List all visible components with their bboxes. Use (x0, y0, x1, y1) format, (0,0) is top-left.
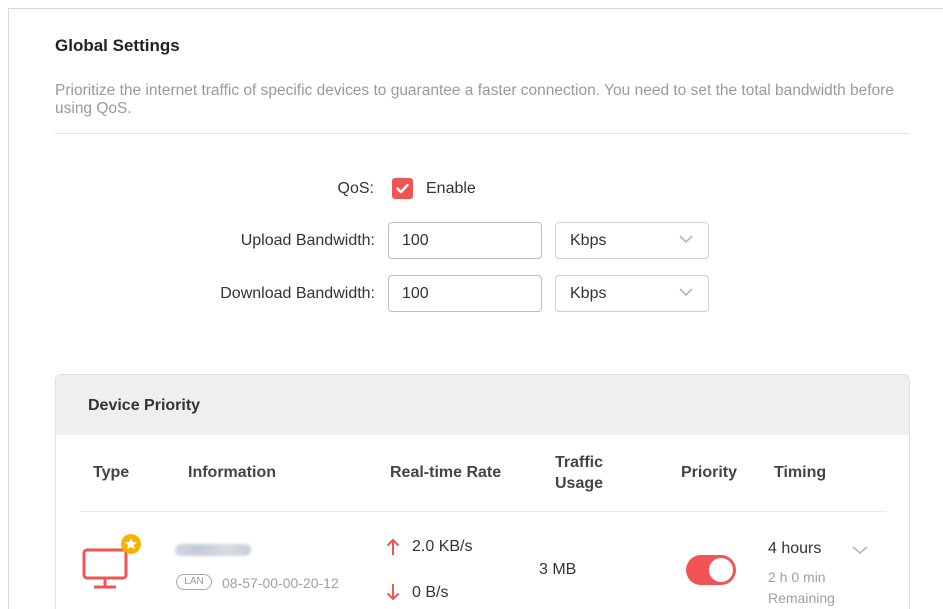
upload-rate: 2.0 KB/s (412, 538, 473, 555)
header-divider (80, 511, 886, 512)
page-description: Prioritize the internet traffic of speci… (55, 82, 894, 117)
page-title: Global Settings (55, 36, 180, 55)
upload-unit-select[interactable]: Kbps (555, 222, 709, 259)
check-icon (396, 183, 409, 194)
toggle-knob (709, 558, 733, 582)
column-header-timing: Timing (774, 464, 827, 481)
download-bandwidth-input[interactable]: 100 (388, 275, 542, 312)
priority-toggle[interactable] (686, 555, 736, 585)
chevron-down-icon (679, 235, 693, 244)
divider (55, 133, 910, 134)
device-priority-title: Device Priority (56, 375, 909, 435)
timing-value[interactable]: 4 hours (768, 540, 821, 558)
upload-bandwidth-label: Upload Bandwidth: (240, 232, 375, 249)
column-header-priority: Priority (681, 464, 738, 481)
arrow-up-icon (386, 538, 400, 555)
arrow-down-icon (386, 584, 400, 601)
qos-enable-checkbox[interactable] (392, 178, 413, 199)
upload-bandwidth-input[interactable]: 100 (388, 222, 542, 259)
upload-unit-value: Kbps (570, 232, 607, 249)
column-header-information: Information (188, 464, 276, 481)
connection-badge: LAN (176, 574, 212, 590)
remaining-label: Remaining (768, 590, 835, 606)
remaining-time: 2 h 0 min (768, 569, 826, 585)
device-name-blurred (175, 544, 251, 556)
qos-label: QoS: (337, 180, 374, 197)
download-rate: 0 B/s (412, 584, 449, 601)
device-mac: 08-57-00-00-20-12 (222, 575, 339, 591)
monitor-icon (82, 548, 128, 589)
qos-enable-label[interactable]: Enable (426, 180, 476, 198)
column-header-traffic-line2: Usage (554, 475, 604, 492)
download-unit-select[interactable]: Kbps (555, 275, 709, 312)
star-icon (121, 534, 141, 554)
chevron-down-icon (679, 288, 693, 297)
column-header-traffic: Traffic Usage (546, 452, 612, 494)
download-bandwidth-label: Download Bandwidth: (220, 285, 375, 302)
column-header-rate: Real-time Rate (390, 464, 502, 481)
device-type-icon (82, 534, 141, 589)
download-unit-value: Kbps (570, 285, 607, 302)
traffic-usage: 3 MB (539, 561, 577, 578)
column-header-traffic-line1: Traffic (554, 454, 603, 471)
chevron-down-icon[interactable] (851, 545, 869, 555)
column-header-type: Type (93, 464, 130, 481)
